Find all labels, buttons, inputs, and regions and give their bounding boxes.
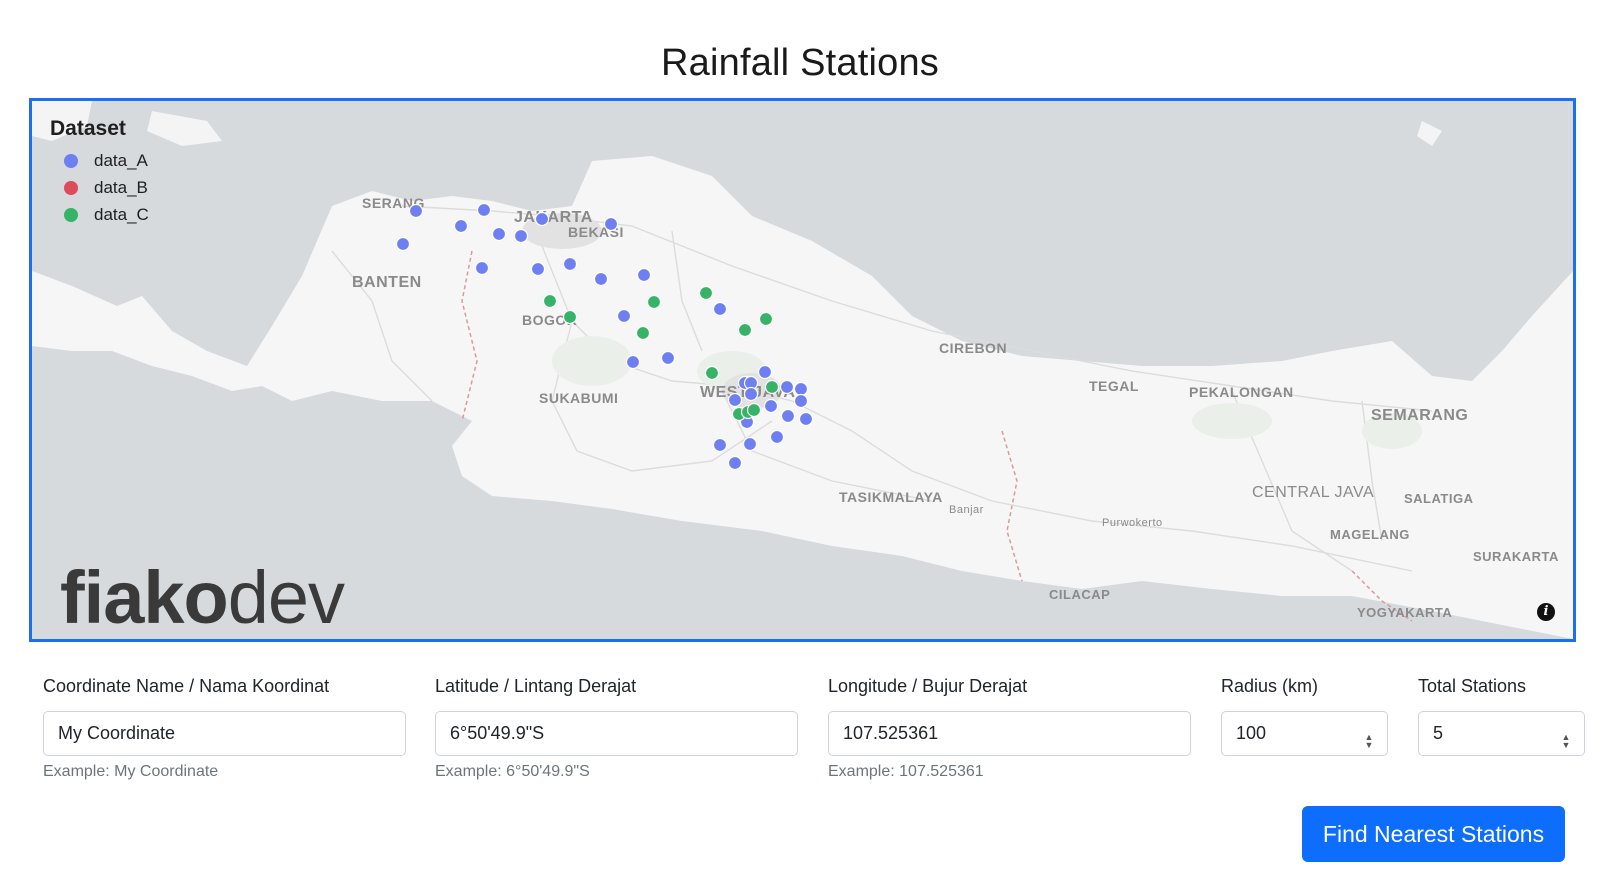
station-marker-c — [704, 365, 720, 381]
station-marker-a — [453, 218, 469, 234]
station-marker-a — [593, 271, 609, 287]
stepper-icon[interactable]: ▲ ▼ — [1364, 733, 1374, 751]
station-marker-a — [727, 392, 743, 408]
longitude-group: Longitude / Bujur Derajat Example: 107.5… — [828, 675, 1191, 781]
legend-item-data-b[interactable]: data_B — [50, 174, 149, 201]
station-marker-a — [780, 408, 796, 424]
coordinate-name-help: Example: My Coordinate — [43, 763, 219, 780]
station-marker-c — [764, 379, 780, 395]
radius-label: Radius (km) — [1221, 676, 1319, 696]
coordinate-name-label: Coordinate Name / Nama Koordinat — [43, 676, 330, 696]
map[interactable]: SERANG JAKARTA BEKASI BANTEN BOGOR SUKAB… — [29, 98, 1576, 642]
info-icon[interactable]: i — [1537, 603, 1555, 621]
station-marker-a — [616, 308, 632, 324]
place-label: SEMARANG — [1371, 407, 1468, 424]
place-label: TASIKMALAYA — [839, 489, 943, 505]
station-marker-c — [758, 311, 774, 327]
station-marker-a — [757, 364, 773, 380]
station-marker-c — [542, 293, 558, 309]
radius-group: Radius (km) ▲▼ — [1221, 675, 1388, 756]
land-island — [147, 111, 222, 146]
station-marker-a — [476, 202, 492, 218]
station-marker-c — [746, 402, 762, 418]
legend-label: data_B — [94, 177, 148, 197]
stepper-icon[interactable]: ▲ ▼ — [1561, 733, 1571, 751]
place-label: MAGELANG — [1330, 527, 1410, 542]
station-marker-a — [769, 429, 785, 445]
station-marker-a — [793, 393, 809, 409]
radius-input[interactable] — [1221, 711, 1388, 756]
station-marker-a — [798, 411, 814, 427]
station-marker-a — [513, 228, 529, 244]
station-marker-a — [779, 379, 795, 395]
latitude-help: Example: 6°50'49.9"S — [435, 763, 590, 780]
station-marker-a — [603, 216, 619, 232]
station-marker-a — [474, 260, 490, 276]
place-label: YOGYAKARTA — [1357, 605, 1452, 620]
station-marker-a — [742, 436, 758, 452]
station-marker-a — [562, 256, 578, 272]
place-label: Banjar — [949, 504, 984, 516]
latitude-label: Latitude / Lintang Derajat — [435, 676, 637, 696]
station-marker-a — [712, 437, 728, 453]
station-marker-c — [737, 322, 753, 338]
place-label: SUKABUMI — [539, 390, 618, 406]
find-nearest-stations-button[interactable]: Find Nearest Stations — [1302, 806, 1565, 862]
map-legend: Dataset data_A data_B data_C — [50, 117, 149, 228]
station-marker-c — [562, 309, 578, 325]
station-marker-a — [395, 236, 411, 252]
legend-label: data_A — [94, 150, 148, 170]
station-marker-a — [625, 354, 641, 370]
legend-label: data_C — [94, 204, 149, 224]
place-label: Purwokerto — [1102, 517, 1163, 529]
station-marker-a — [530, 261, 546, 277]
coordinate-name-input[interactable] — [43, 711, 406, 756]
legend-item-data-a[interactable]: data_A — [50, 147, 149, 174]
station-marker-a — [763, 398, 779, 414]
total-stations-input[interactable] — [1418, 711, 1585, 756]
legend-dot-icon — [64, 153, 78, 168]
legend-dot-icon — [64, 180, 78, 195]
place-label: CIREBON — [939, 340, 1007, 356]
station-marker-a — [491, 226, 507, 242]
legend-title: Dataset — [50, 117, 126, 140]
station-marker-c — [646, 294, 662, 310]
station-marker-a — [660, 350, 676, 366]
station-marker-a — [743, 386, 759, 402]
longitude-input[interactable] — [828, 711, 1191, 756]
station-marker-a — [712, 301, 728, 317]
station-marker-a — [408, 203, 424, 219]
station-marker-c — [698, 285, 714, 301]
place-label: TEGAL — [1089, 378, 1139, 394]
place-label: SURAKARTA — [1473, 549, 1559, 564]
legend-item-data-c[interactable]: data_C — [50, 201, 149, 228]
place-label: SALATIGA — [1404, 491, 1474, 506]
place-label: BANTEN — [352, 274, 422, 291]
station-marker-c — [635, 325, 651, 341]
total-stations-group: Total Stations ▲▼ — [1418, 675, 1585, 756]
land-island — [1417, 121, 1442, 146]
station-marker-a — [636, 267, 652, 283]
place-label: CENTRAL JAVA — [1252, 484, 1374, 501]
station-marker-a — [793, 381, 809, 397]
brand-logo: fiakodev — [60, 556, 345, 639]
latitude-input[interactable] — [435, 711, 798, 756]
latitude-group: Latitude / Lintang Derajat Example: 6°50… — [435, 675, 798, 781]
legend-dot-icon — [64, 207, 78, 222]
station-marker-a — [727, 455, 743, 471]
station-marker-a — [534, 211, 550, 227]
total-stations-label: Total Stations — [1418, 676, 1527, 696]
longitude-help: Example: 107.525361 — [828, 763, 984, 780]
longitude-label: Longitude / Bujur Derajat — [828, 676, 1028, 696]
place-label: CILACAP — [1049, 587, 1110, 602]
page-title: Rainfall Stations — [661, 42, 939, 84]
place-label: PEKALONGAN — [1189, 384, 1294, 400]
coordinate-name-group: Coordinate Name / Nama Koordinat Example… — [43, 675, 406, 781]
